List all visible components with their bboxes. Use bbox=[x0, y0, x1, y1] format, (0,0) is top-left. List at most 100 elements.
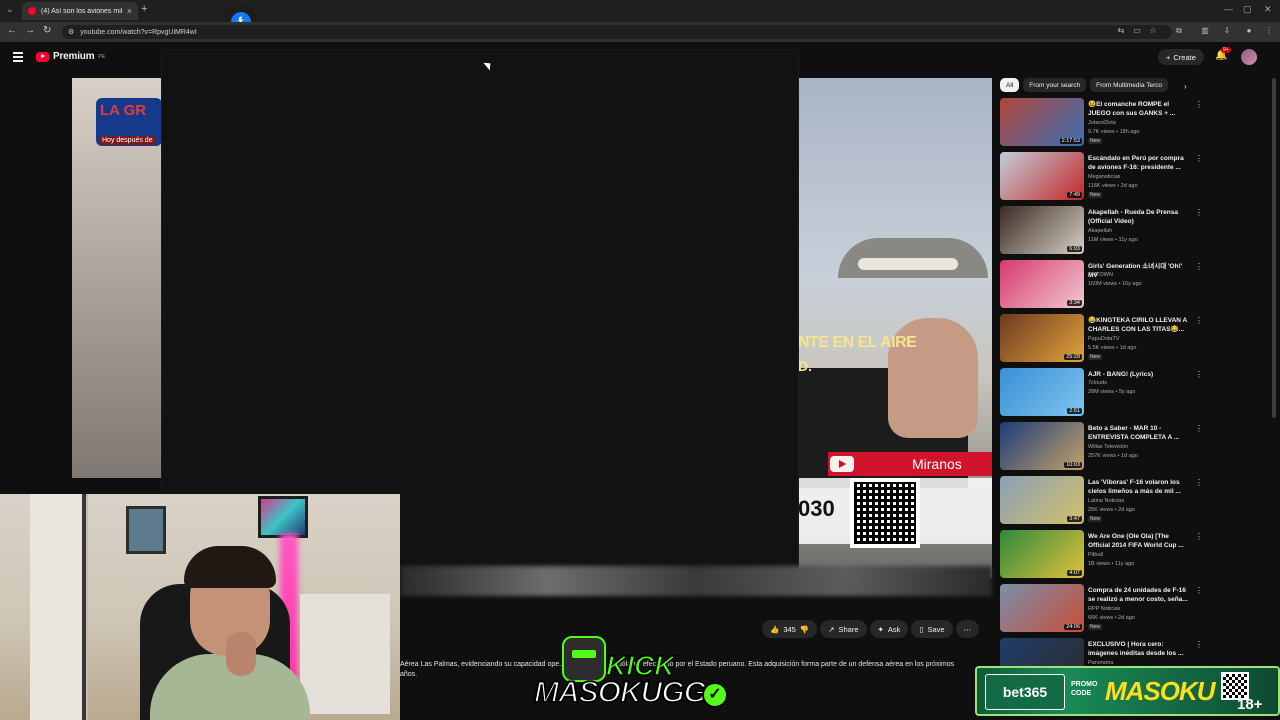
site-info-icon[interactable]: ⚙ bbox=[68, 28, 74, 36]
minimize-icon[interactable]: — bbox=[1224, 4, 1233, 14]
more-options-icon[interactable]: ⋮ bbox=[1195, 478, 1203, 487]
youtube-logo[interactable]: Premium PE bbox=[36, 51, 105, 62]
chip-all[interactable]: All bbox=[1000, 78, 1020, 92]
kick-overlay: KICK MASOKUGG ✓ bbox=[532, 636, 732, 720]
video-thumbnail[interactable]: 24:06 bbox=[1000, 584, 1084, 632]
video-title[interactable]: Compra de 24 unidades de F-16 se realizó… bbox=[1088, 586, 1192, 604]
save-button[interactable]: ▯ Save bbox=[911, 620, 953, 638]
sidebar-icon[interactable]: ▥ bbox=[1200, 26, 1210, 36]
back-icon[interactable]: ← bbox=[7, 25, 17, 36]
recommended-video[interactable]: 6:03 Akapellah - Rueda De Prensa (Officia… bbox=[1000, 206, 1203, 256]
video-thumbnail[interactable]: 4:07 bbox=[1000, 530, 1084, 578]
video-title[interactable]: 😂KINGTEKA CIRILO LLEVAN A CHARLES CON LA… bbox=[1088, 316, 1192, 334]
tab-search-icon[interactable]: ⌄ bbox=[6, 4, 14, 15]
recommended-video[interactable]: 7:49 Escándalo en Perú por compra de avio… bbox=[1000, 152, 1203, 202]
chevron-right-icon[interactable]: › bbox=[1184, 82, 1187, 91]
ask-label: Ask bbox=[887, 624, 901, 634]
channel-name[interactable]: Pitbull bbox=[1088, 552, 1103, 558]
extensions-icon[interactable]: ⧉ bbox=[1174, 26, 1184, 36]
recommended-video[interactable]: 25:28 😂KINGTEKA CIRILO LLEVAN A CHARLES C… bbox=[1000, 314, 1203, 364]
like-icon[interactable]: 👍 bbox=[770, 625, 779, 634]
video-frame-left[interactable]: LA GR Hoy después de bbox=[72, 78, 162, 478]
video-title[interactable]: Las 'Víboras' F-16 volaron los cielos li… bbox=[1088, 478, 1192, 496]
more-actions-icon[interactable]: ⋯ bbox=[955, 620, 980, 638]
video-thumbnail[interactable]: 2:51 bbox=[1000, 368, 1084, 416]
video-title[interactable]: Akapellah - Rueda De Prensa (Official Vi… bbox=[1088, 208, 1192, 226]
video-title[interactable]: Escándalo en Perú por compra de aviones … bbox=[1088, 154, 1192, 172]
chip-from-channel[interactable]: From Multimedia Terco bbox=[1090, 78, 1169, 92]
more-options-icon[interactable]: ⋮ bbox=[1195, 532, 1203, 541]
video-title[interactable]: Beto a Saber - MAR 10 - ENTREVISTA COMPL… bbox=[1088, 424, 1192, 442]
video-title[interactable]: EXCLUSIVO | Hora cero: imágenes inéditas… bbox=[1088, 640, 1192, 658]
channel-name[interactable]: RPP Noticias bbox=[1088, 606, 1120, 612]
recommended-video[interactable]: 2:51 AJR - BANG! (Lyrics) 7clouds 28M views… bbox=[1000, 368, 1203, 418]
video-thumbnail[interactable]: 10:03 bbox=[1000, 422, 1084, 470]
more-options-icon[interactable]: ⋮ bbox=[1195, 640, 1203, 649]
recommended-video[interactable]: 3:34 Girls' Generation 소녀시대 'Oh!' MV SMTOW… bbox=[1000, 260, 1203, 310]
more-options-icon[interactable]: ⋮ bbox=[1195, 316, 1203, 325]
translate-icon[interactable]: ⇆ bbox=[1116, 26, 1126, 36]
dislike-icon[interactable]: 👎 bbox=[800, 625, 809, 634]
more-options-icon[interactable]: ⋮ bbox=[1195, 208, 1203, 217]
channel-name[interactable]: Latina Noticias bbox=[1088, 498, 1124, 504]
more-options-icon[interactable]: ⋮ bbox=[1195, 154, 1203, 163]
channel-name[interactable]: Meganoticias bbox=[1088, 174, 1120, 180]
channel-banner-label: Miranos bbox=[912, 456, 962, 472]
youtube-logo-icon bbox=[830, 456, 854, 472]
recommended-video[interactable]: 4:07 We Are One (Ole Ola) [The Official 2… bbox=[1000, 530, 1203, 580]
forward-icon[interactable]: → bbox=[25, 25, 35, 36]
country-code: PE bbox=[98, 53, 106, 60]
more-options-icon[interactable]: ⋮ bbox=[1195, 100, 1203, 109]
more-options-icon[interactable]: ⋮ bbox=[1195, 262, 1203, 271]
video-thumbnail[interactable]: 3:47 bbox=[1000, 476, 1084, 524]
maximize-icon[interactable]: ▢ bbox=[1243, 4, 1252, 15]
video-caption-1: NTE EN EL AIRE bbox=[798, 334, 917, 351]
window-close-icon[interactable]: ✕ bbox=[1264, 4, 1272, 15]
recommended-video[interactable]: 24:06 Compra de 24 unidades de F-16 se re… bbox=[1000, 584, 1203, 634]
chip-from-search[interactable]: From your search bbox=[1023, 78, 1087, 92]
create-button[interactable]: + Create bbox=[1158, 49, 1204, 65]
video-thumbnail[interactable]: 7:49 bbox=[1000, 152, 1084, 200]
cast-icon[interactable]: ▭ bbox=[1132, 26, 1142, 36]
notifications-bell-icon[interactable]: 🔔 9+ bbox=[1215, 47, 1231, 61]
video-thumbnail[interactable]: 2:17:53 bbox=[1000, 98, 1084, 146]
more-options-icon[interactable]: ⋮ bbox=[1195, 370, 1203, 379]
channel-name[interactable]: PapuDotaTV bbox=[1088, 336, 1120, 342]
video-thumbnail[interactable]: 25:28 bbox=[1000, 314, 1084, 362]
video-frame-right[interactable]: NTE EN EL AIRE D. Miranos 030 bbox=[798, 78, 992, 578]
recommended-video[interactable]: 2:17:53 😆El comanche ROMPE el JUEGO con s… bbox=[1000, 98, 1203, 148]
video-thumbnail[interactable]: 6:03 bbox=[1000, 206, 1084, 254]
channel-name[interactable]: SMTOWN bbox=[1088, 272, 1113, 278]
tab-close-icon[interactable]: × bbox=[127, 6, 132, 16]
sidebar-scrollbar[interactable] bbox=[1272, 78, 1276, 418]
recommended-video[interactable]: 3:47 Las 'Víboras' F-16 volaron los cielo… bbox=[1000, 476, 1203, 526]
recommended-video[interactable]: 10:03 Beto a Saber - MAR 10 - ENTREVISTA … bbox=[1000, 422, 1203, 472]
address-bar[interactable]: ⚙ youtube.com/watch?v=RpvgUiMR4wI bbox=[62, 25, 1172, 39]
more-options-icon[interactable]: ⋮ bbox=[1195, 424, 1203, 433]
more-options-icon[interactable]: ⋮ bbox=[1195, 586, 1203, 595]
profile-icon[interactable]: ● bbox=[1244, 26, 1254, 36]
channel-name[interactable]: Willax Televisión bbox=[1088, 444, 1128, 450]
ask-button[interactable]: ✦ Ask bbox=[869, 620, 909, 638]
menu-icon[interactable] bbox=[13, 52, 23, 64]
browser-tab[interactable]: (4) Así son los aviones militare × bbox=[22, 2, 138, 20]
dark-overlay-panel bbox=[162, 50, 798, 566]
share-button[interactable]: ↗ Share bbox=[820, 620, 867, 638]
video-title[interactable]: 😆El comanche ROMPE el JUEGO con sus GANK… bbox=[1088, 100, 1192, 118]
bookmark-star-icon[interactable]: ☆ bbox=[1148, 26, 1158, 36]
share-label: Share bbox=[838, 624, 859, 634]
channel-name[interactable]: 7clouds bbox=[1088, 380, 1107, 386]
video-duration: 2:51 bbox=[1067, 408, 1082, 414]
video-title[interactable]: AJR - BANG! (Lyrics) bbox=[1088, 370, 1192, 379]
browser-menu-icon[interactable]: ⋮ bbox=[1264, 26, 1274, 36]
reload-icon[interactable]: ↻ bbox=[43, 25, 51, 36]
new-tab-button[interactable]: + bbox=[141, 3, 147, 15]
channel-name[interactable]: JotaceDota bbox=[1088, 120, 1116, 126]
video-thumbnail[interactable]: 3:34 bbox=[1000, 260, 1084, 308]
tab-title: (4) Así son los aviones militare bbox=[41, 7, 122, 15]
video-title[interactable]: We Are One (Ole Ola) [The Official 2014 … bbox=[1088, 532, 1192, 550]
save-label: Save bbox=[927, 624, 945, 634]
channel-name[interactable]: Akapellah bbox=[1088, 228, 1112, 234]
account-avatar[interactable] bbox=[1241, 49, 1257, 65]
download-icon[interactable]: ⇩ bbox=[1222, 26, 1232, 36]
